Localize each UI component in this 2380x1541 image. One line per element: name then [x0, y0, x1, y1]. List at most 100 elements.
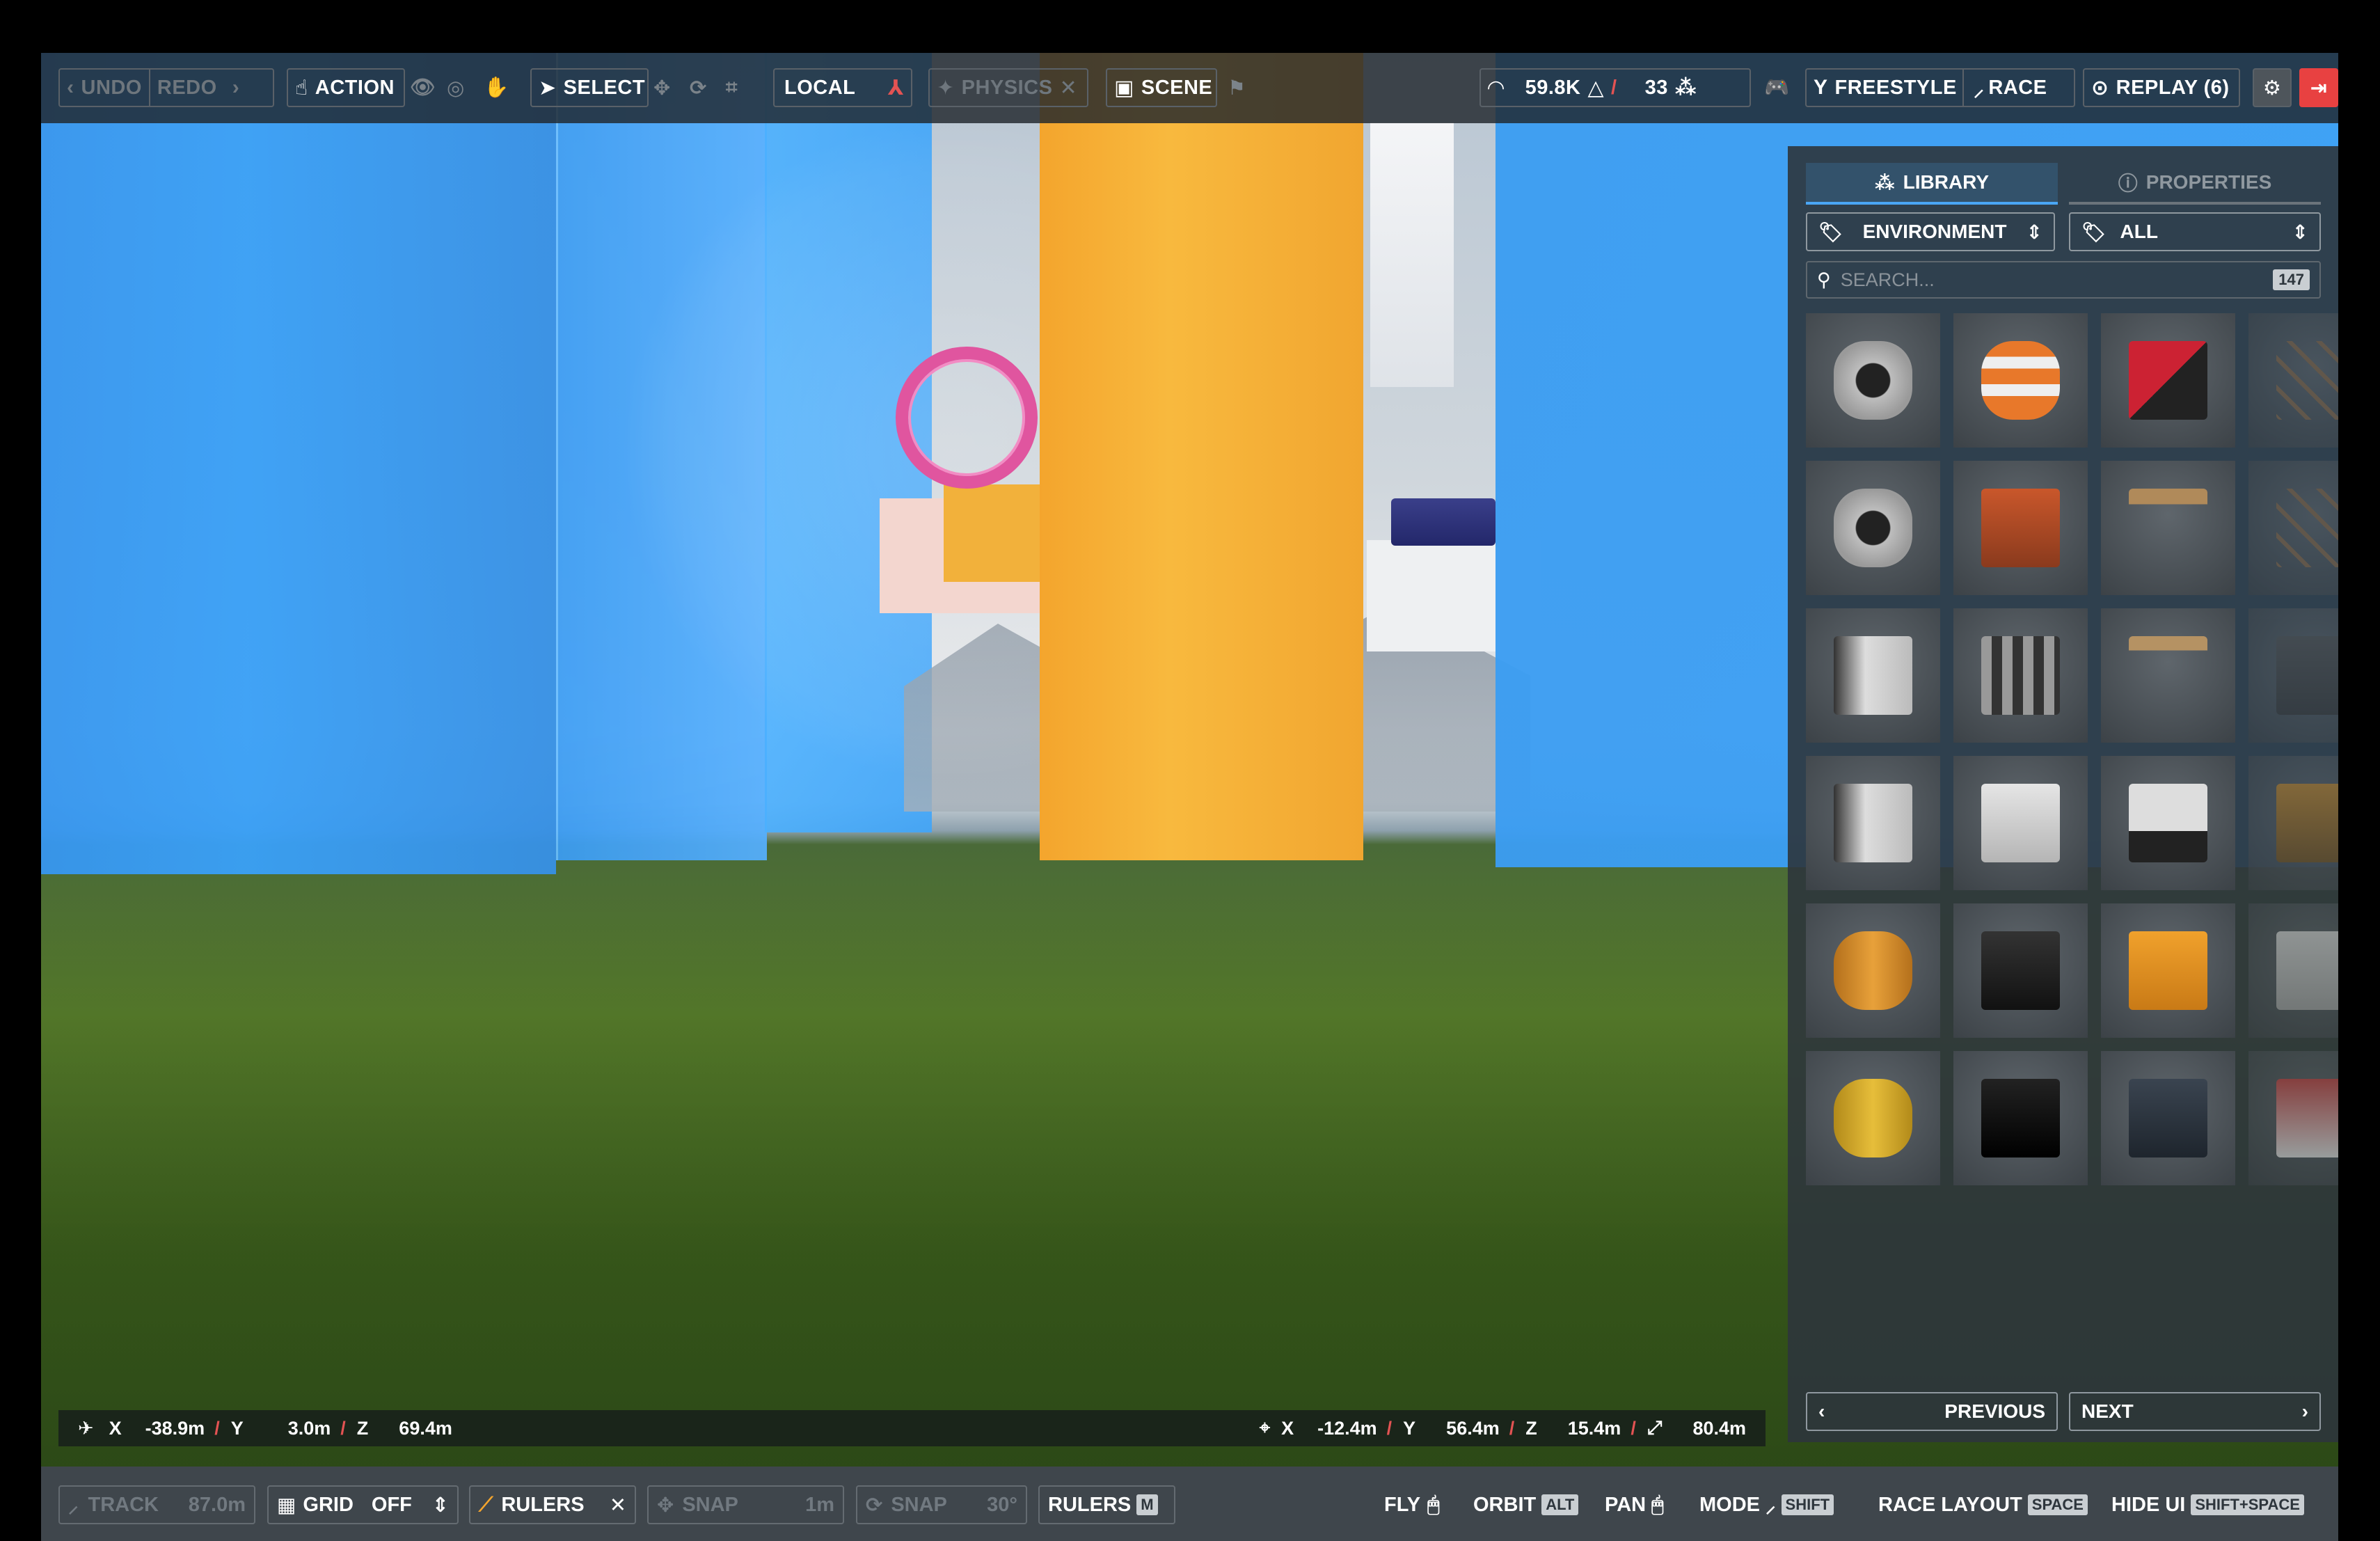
asset-thumb-crate[interactable] — [2248, 608, 2338, 743]
category-select[interactable]: 🏷 ENVIRONMENT ⇕ — [1806, 212, 2055, 251]
result-count-badge: 147 — [2273, 269, 2310, 290]
drl-container-icon — [2129, 931, 2207, 1010]
asset-thumb-scaffold[interactable] — [2248, 313, 2338, 448]
asset-thumb-drl-billboard[interactable] — [2101, 756, 2235, 890]
fuselage-icon — [1834, 784, 1912, 862]
previous-button[interactable]: ‹ PREVIOUS — [1806, 1392, 2058, 1431]
turbine-engine-icon — [1834, 489, 1912, 567]
asset-thumb-turbine-engine[interactable] — [1806, 313, 1940, 448]
asset-thumb-road-barrier[interactable] — [1953, 461, 2088, 595]
close-icon: ✕ — [609, 1494, 626, 1517]
drl-billboard-icon — [2129, 784, 2207, 862]
stats-readout: ◠ 59.8K △ / 33 ⁂ — [1479, 68, 1751, 107]
asset-thumb-fuselage[interactable] — [1806, 756, 1940, 890]
asset-thumb-scaffold[interactable] — [2248, 461, 2338, 595]
metal-beam-icon — [1981, 931, 2060, 1010]
asset-thumb-cargo-container[interactable] — [2101, 1051, 2235, 1185]
target-icon[interactable]: ◎ — [447, 68, 465, 107]
target-x-label: X — [1281, 1417, 1294, 1439]
updown-icon: ⇕ — [2292, 221, 2308, 243]
snap-rotate-select[interactable]: ⟳ SNAP 30° — [856, 1485, 1027, 1524]
ibc-tank-icon — [1981, 784, 2060, 862]
coordinate-bar: ✈ X -38.9m / Y 3.0m / Z 69.4m ⌖ X -12.4m… — [58, 1410, 1766, 1446]
fly-hint: FLY 🖱 — [1384, 1485, 1440, 1524]
grid-label: GRID — [303, 1493, 354, 1516]
hand-icon[interactable]: ✋ — [484, 68, 509, 107]
asset-thumb-drl-banner[interactable] — [2248, 903, 2338, 1038]
tab-properties[interactable]: ⓘ PROPERTIES — [2069, 163, 2321, 205]
select-button[interactable]: ➤ SELECT — [530, 68, 649, 107]
rulers-m-label: RULERS — [1048, 1493, 1132, 1516]
asset-thumb-drl-platform[interactable] — [2101, 313, 2235, 448]
black-case-icon — [1981, 1079, 2060, 1157]
exit-button[interactable]: ⇥ — [2299, 68, 2338, 107]
move-icon[interactable]: ✥ — [653, 68, 671, 107]
asset-thumb-crane[interactable] — [2248, 756, 2338, 890]
asset-thumb-drl-container[interactable] — [2101, 903, 2235, 1038]
replay-button[interactable]: ⊙ REPLAY (6) — [2083, 68, 2240, 107]
divider-slash: / — [1631, 1417, 1636, 1439]
asset-thumb-oil-drum[interactable] — [1806, 903, 1940, 1038]
race-layout-label: RACE LAYOUT — [1878, 1493, 2022, 1516]
snap-move-select[interactable]: ✥ SNAP 1m — [647, 1485, 844, 1524]
divider-slash: / — [340, 1417, 346, 1439]
rulers-label: RULERS — [501, 1493, 585, 1516]
freestyle-button[interactable]: FREESTYLE — [1835, 77, 1957, 100]
snap-rotate-label: SNAP — [891, 1493, 947, 1516]
pan-hint: PAN 🖱 — [1605, 1485, 1663, 1524]
turbine-engine-icon — [1834, 341, 1912, 420]
race-button[interactable]: RACE — [1988, 77, 2047, 100]
redo-button[interactable]: REDO — [157, 77, 217, 100]
white-sign-panel[interactable] — [1370, 123, 1454, 387]
scene-button[interactable]: ▣ SCENE — [1106, 68, 1217, 107]
filter-select[interactable]: 🏷 ALL ⇕ — [2069, 212, 2321, 251]
drl-sign-icon — [2276, 1079, 2338, 1157]
gamepad-icon[interactable]: 🎮 — [1764, 68, 1790, 107]
oil-drum-icon — [1834, 931, 1912, 1010]
close-icon: ✕ — [1059, 76, 1078, 100]
asset-thumb-traffic-barrel[interactable] — [1953, 313, 2088, 448]
next-button[interactable]: NEXT › — [2069, 1392, 2321, 1431]
divider — [1962, 70, 1964, 106]
local-toggle[interactable]: LOCAL ⅄ — [773, 68, 912, 107]
track-icon: ⸝ — [1766, 1494, 1776, 1517]
asset-thumb-turbine-engine[interactable] — [1806, 461, 1940, 595]
tab-library[interactable]: ⁂ LIBRARY — [1806, 163, 2058, 205]
divider-slash: / — [1386, 1417, 1393, 1439]
blue-wall-left[interactable] — [41, 53, 556, 874]
rulers-toggle[interactable]: ⟋ RULERS ✕ — [469, 1485, 636, 1524]
target-x-value: -12.4m — [1317, 1417, 1377, 1439]
asset-thumb-yellow-drum[interactable] — [1806, 1051, 1940, 1185]
undo-button[interactable]: UNDO — [81, 77, 142, 100]
scene-label: SCENE — [1141, 76, 1213, 99]
scale-icon[interactable]: ⌗ — [726, 68, 738, 107]
action-label: ACTION — [315, 76, 395, 99]
truck-object[interactable] — [1391, 498, 1496, 546]
physics-toggle[interactable]: ✦ PHYSICS ✕ — [928, 68, 1088, 107]
action-button[interactable]: ☝ ACTION — [287, 68, 405, 107]
grid-select[interactable]: ▦ GRID OFF ⇕ — [267, 1485, 459, 1524]
asset-thumb-table[interactable] — [2101, 608, 2235, 743]
settings-button[interactable]: ⚙ — [2253, 68, 2292, 107]
search-input[interactable]: ⚲ SEARCH... 147 — [1806, 261, 2321, 299]
crosshair-icon: ⌖ — [1259, 1417, 1271, 1438]
race-gate-ring[interactable] — [896, 347, 1038, 489]
filter-value: ALL — [2120, 221, 2158, 242]
flag-icon[interactable]: ⚑ — [1228, 68, 1246, 107]
orange-block[interactable] — [944, 484, 1041, 582]
target-z-value: 15.4m — [1567, 1417, 1621, 1439]
asset-thumb-drl-sign[interactable] — [2248, 1051, 2338, 1185]
rotate-icon[interactable]: ⟳ — [690, 68, 707, 107]
asset-thumb-black-case[interactable] — [1953, 1051, 2088, 1185]
rulers-shortcut[interactable]: RULERS M — [1038, 1485, 1175, 1524]
asset-thumb-metal-beam[interactable] — [1953, 903, 2088, 1038]
eye-icon[interactable]: 👁 — [410, 68, 436, 107]
key-badge: M — [1136, 1494, 1158, 1515]
asset-thumb-bench[interactable] — [2101, 461, 2235, 595]
asset-thumb-fuselage[interactable] — [1806, 608, 1940, 743]
snap-rotate-value: 30° — [987, 1493, 1017, 1516]
orange-pillar[interactable] — [1040, 53, 1363, 860]
yellow-drum-icon — [1834, 1079, 1912, 1157]
asset-thumb-concrete-barrier[interactable] — [1953, 608, 2088, 743]
asset-thumb-ibc-tank[interactable] — [1953, 756, 2088, 890]
